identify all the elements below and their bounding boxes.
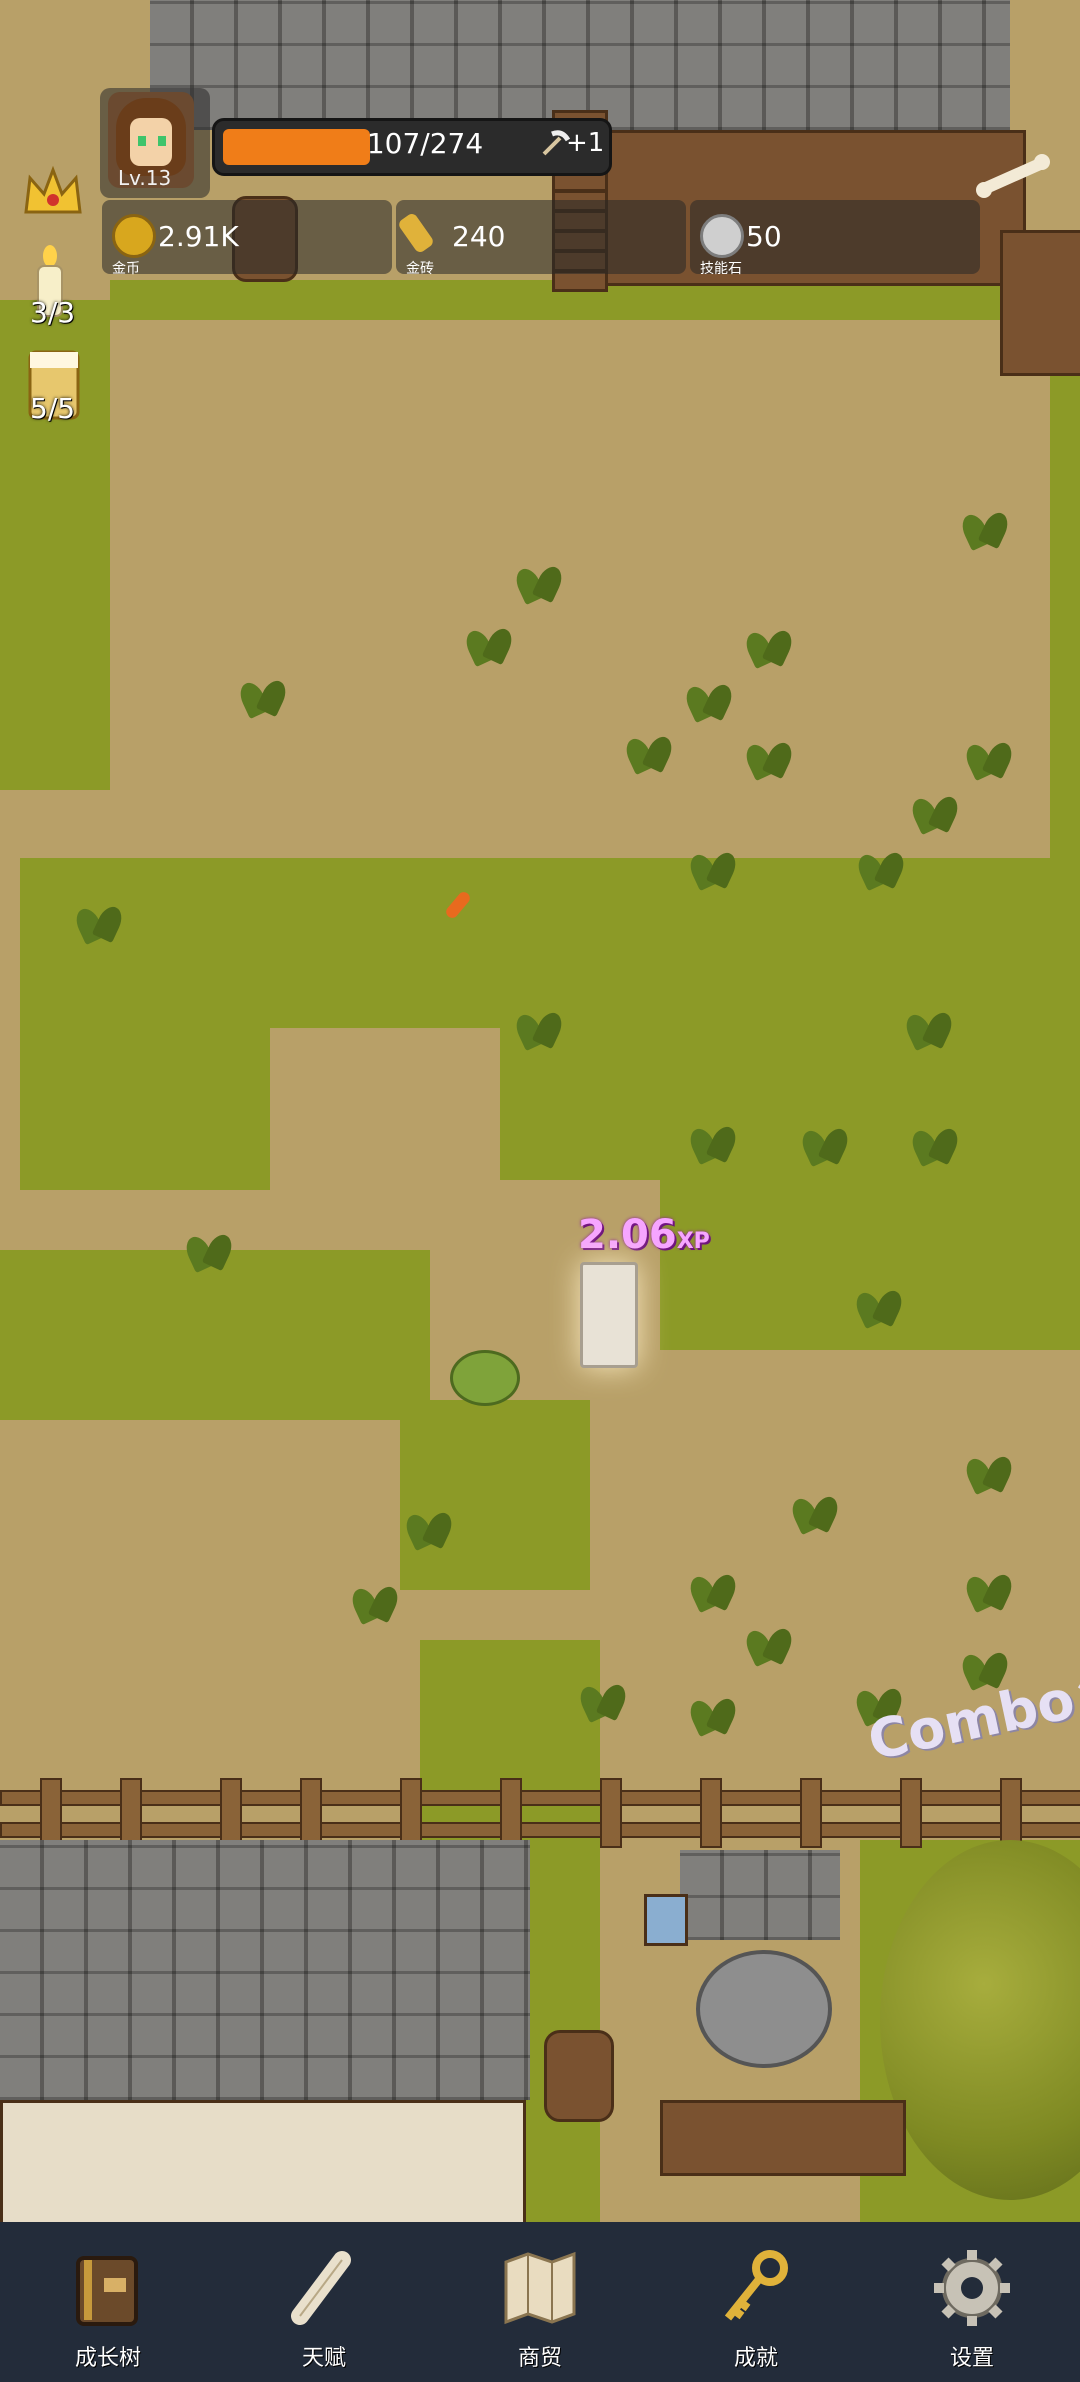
book-icon [64,2244,152,2332]
gold-bar-panel: 240 金砖 [396,200,686,277]
player-level: Lv.13 [118,166,172,190]
fence-post [700,1778,722,1848]
plant [742,736,798,784]
xp-popup: 2.06XP [578,1212,710,1258]
plant [742,1622,798,1670]
bottom-house-wall [0,2100,526,2222]
player-character[interactable] [580,1262,638,1368]
plant [852,1284,908,1332]
plant [854,846,910,894]
nav-label: 商贸 [517,2346,562,2371]
gold-coin-icon [112,214,156,258]
cart [660,2100,906,2176]
fence [0,1778,1080,1848]
fence-post [800,1778,822,1848]
barrel-bottom [544,2030,614,2122]
grass-band-left [20,1020,270,1190]
cabbage[interactable] [450,1350,520,1406]
bone-icon[interactable] [976,154,1056,198]
fence-post [300,1778,322,1848]
key-icon [712,2244,800,2332]
nav-growth-tree[interactable]: 成长树 [0,2222,216,2382]
gold-value: 2.91K [158,220,239,253]
right-house-wall [1000,230,1080,376]
plant [682,678,738,726]
pickaxe-bonus: +1 [566,128,605,158]
fence-post [120,1778,142,1848]
gear-icon [928,2244,1016,2332]
crown-icon[interactable] [20,160,86,222]
gold-bar-icon [396,211,436,255]
fence-post [220,1778,242,1848]
bottom-nav: 成长树 天赋 商贸 成就 设置 [0,2222,1080,2382]
beer-count: 5/5 [30,392,76,425]
xp-popup-unit: XP [676,1229,710,1254]
plant [962,736,1018,784]
grass-right-top [1050,300,1080,860]
plant [686,846,742,894]
xp-text: 107/274 [366,127,484,160]
skill-stone-label: 技能石 [700,261,742,277]
nav-trade[interactable]: 商贸 [432,2222,648,2382]
gold-label: 金币 [112,261,140,277]
nav-label: 天赋 [301,2346,346,2371]
scroll-icon [280,2244,368,2332]
gold-bar-label: 金砖 [406,261,434,277]
plant [686,1120,742,1168]
well-roof [680,1850,840,1940]
game-world[interactable]: 2.06XP Combo×2 [0,0,1080,2222]
grass-band-middle [20,858,1080,1028]
plant [72,900,128,948]
nav-achievement[interactable]: 成就 [648,2222,864,2382]
plant [182,1228,238,1276]
plant [798,1122,854,1170]
grass-lower-mid [400,1400,590,1590]
plant [958,506,1014,554]
plant [348,1580,404,1628]
plant [742,624,798,672]
nav-label: 设置 [949,2346,994,2371]
nav-settings[interactable]: 设置 [864,2222,1080,2382]
candle-count: 3/3 [30,296,76,329]
map-icon [496,2244,584,2332]
bucket [644,1894,688,1946]
skill-stone-panel: 50 技能石 [690,200,980,277]
fence-post [600,1778,622,1848]
plant [622,730,678,778]
fence-post [500,1778,522,1848]
plant [908,1122,964,1170]
grass-band-right [500,1020,1080,1180]
fence-post [40,1778,62,1848]
skill-stone-icon [700,214,744,258]
avatar-eye [158,136,166,146]
nav-label: 成长树 [74,2346,141,2371]
nav-talent[interactable]: 天赋 [216,2222,432,2382]
plant [402,1506,458,1554]
plant [512,1006,568,1054]
xp-bar-fill [223,129,370,165]
xp-popup-value: 2.06 [578,1212,677,1258]
fence-post [400,1778,422,1848]
bottom-house-roof [0,1840,530,2100]
nav-label: 成就 [733,2346,778,2371]
plant [236,674,292,722]
avatar-eye [138,136,146,146]
plant [576,1678,632,1726]
plant [462,622,518,670]
plant [962,1450,1018,1498]
plant [512,560,568,608]
skill-stone-value: 50 [746,220,782,253]
well[interactable] [696,1950,832,2068]
fence-post [900,1778,922,1848]
plant [686,1692,742,1740]
plant [788,1490,844,1538]
gold-bar-value: 240 [452,220,506,253]
plant [686,1568,742,1616]
fence-post [1000,1778,1022,1848]
plant [962,1568,1018,1616]
plant [908,790,964,838]
gold-panel: 2.91K 金币 [102,200,392,277]
plant [902,1006,958,1054]
